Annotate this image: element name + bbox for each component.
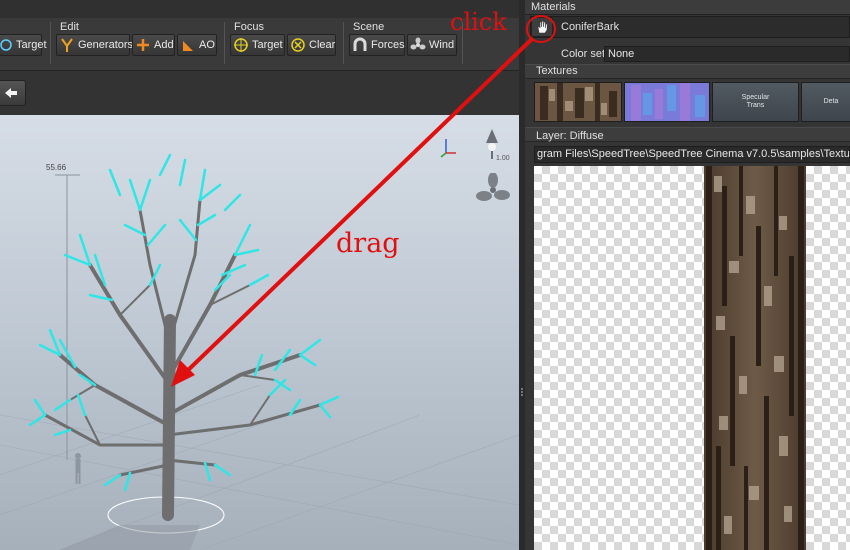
drag-arrow-head (171, 360, 195, 387)
click-annotation: click (450, 8, 507, 36)
drag-annotation: drag (336, 228, 400, 259)
drag-arrow-line (182, 36, 535, 376)
tutorial-overlay (171, 15, 556, 387)
